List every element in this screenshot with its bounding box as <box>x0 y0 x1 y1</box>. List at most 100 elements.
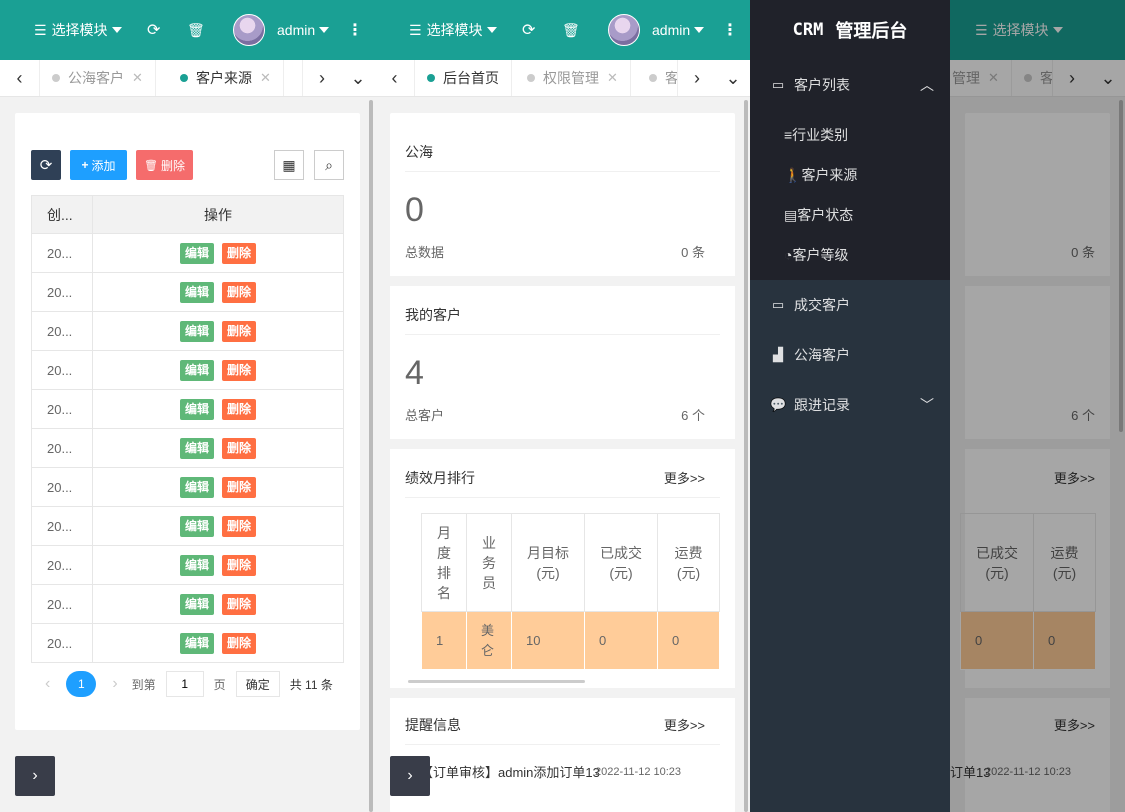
reminder-item-text[interactable]: 【订单审核】admin添加订单13 <box>420 762 600 781</box>
avatar[interactable] <box>233 0 265 60</box>
expand-sidebar-button[interactable]: › <box>15 756 55 796</box>
tab-menu-chevron-down-icon[interactable]: ⌄ <box>713 60 750 96</box>
tab-permissions[interactable]: 权限管理 ✕ <box>515 60 631 96</box>
refresh-icon[interactable]: ⟳ <box>522 0 535 60</box>
edit-button[interactable]: 编辑 <box>179 281 214 303</box>
sidebar-subitem-status[interactable]: ▤ 客户状态 <box>750 195 950 235</box>
actions-cell: 编辑 删除 <box>92 428 344 468</box>
add-button[interactable]: + 添加 <box>70 150 127 180</box>
edit-button[interactable]: 编辑 <box>179 632 214 654</box>
trash-icon[interactable]: 🗑 <box>187 0 205 60</box>
sidebar-subitem-level[interactable]: ◔ 客户等级 <box>750 235 950 275</box>
sidebar-item-follow-records[interactable]: 💬 跟进记录 ﹀ <box>750 380 950 430</box>
divider <box>405 744 720 745</box>
section-gap <box>390 276 735 286</box>
close-icon[interactable]: ✕ <box>132 70 143 86</box>
avatar[interactable] <box>608 0 640 60</box>
source-table: 创... 操作 20... 编辑 删除 20... 编辑 删除 20... 编辑 删除 20...… <box>31 195 344 663</box>
add-button-label: 添加 <box>91 158 116 173</box>
rank-cell: 1 <box>421 611 467 670</box>
delete-row-button[interactable]: 删除 <box>222 242 257 264</box>
scrollbar[interactable] <box>744 100 748 812</box>
delete-row-button[interactable]: 删除 <box>222 320 257 342</box>
goto-page-input[interactable] <box>165 671 204 697</box>
sidebar-item-customer-list[interactable]: ▭ 客户列表 ︿ <box>750 60 950 110</box>
trash-icon[interactable]: 🗑 <box>562 0 580 60</box>
next-page-icon[interactable]: › <box>112 675 117 693</box>
delete-button[interactable]: 🗑 删除 <box>136 150 193 180</box>
tab-sea-customers[interactable]: 公海客户 ✕ <box>40 60 156 96</box>
tab-customer-source[interactable]: 客户来源 ✕ <box>168 60 284 96</box>
table-row: 20... 编辑 删除 <box>31 584 344 624</box>
user-menu[interactable]: admin <box>277 0 330 60</box>
tab-bar: ‹ 公海客户 ✕ 客户来源 ✕ › ⌄ <box>0 60 375 97</box>
sea-count: 0 <box>405 191 424 229</box>
dim-overlay[interactable] <box>950 0 1125 812</box>
sidebar-subitem-industry[interactable]: ≡ 行业类别 <box>750 115 950 155</box>
user-name: admin <box>277 22 316 38</box>
page-number-current[interactable]: 1 <box>66 671 97 697</box>
list-icon: ☰ <box>34 21 47 38</box>
delete-row-button[interactable]: 删除 <box>222 554 257 576</box>
tab-next-arrow-icon[interactable]: › <box>677 60 717 96</box>
tab-prev-arrow-icon[interactable]: ‹ <box>0 60 40 96</box>
edit-button[interactable]: 编辑 <box>179 437 214 459</box>
sidebar-subitem-source[interactable]: 🚶 客户来源 <box>750 155 950 195</box>
delete-row-button[interactable]: 删除 <box>222 476 257 498</box>
delete-row-button[interactable]: 删除 <box>222 515 257 537</box>
sidebar-item-sea-customers[interactable]: ▟ 公海客户 <box>750 330 950 380</box>
ranking-more-link[interactable]: 更多>> <box>664 468 705 487</box>
scrollbar[interactable] <box>369 100 373 812</box>
created-cell: 20... <box>31 389 93 429</box>
confirm-button[interactable]: 确定 <box>235 671 280 697</box>
actions-cell: 编辑 删除 <box>92 584 344 624</box>
column-header-created[interactable]: 创... <box>31 195 93 234</box>
delete-row-button[interactable]: 删除 <box>222 437 257 459</box>
tab-next-arrow-icon[interactable]: › <box>302 60 342 96</box>
tab-prev-arrow-icon[interactable]: ‹ <box>375 60 415 96</box>
delete-row-button[interactable]: 删除 <box>222 632 257 654</box>
module-select[interactable]: ☰ 选择模块 <box>409 0 497 60</box>
delete-row-button[interactable]: 删除 <box>222 593 257 615</box>
expand-sidebar-button[interactable]: › <box>390 756 430 796</box>
close-icon[interactable]: ✕ <box>260 70 271 86</box>
close-icon[interactable]: ✕ <box>607 70 618 86</box>
col-salesperson: 业务员 <box>466 513 512 612</box>
more-vertical-icon[interactable]: ⋮ <box>722 0 738 60</box>
ranking-title: 绩效月排行 <box>405 470 475 486</box>
col-rank: 月度排名 <box>421 513 467 612</box>
edit-button[interactable]: 编辑 <box>179 593 214 615</box>
edit-button[interactable]: 编辑 <box>179 242 214 264</box>
col-target: 月目标(元) <box>511 513 585 612</box>
module-select[interactable]: ☰ 选择模块 <box>34 0 122 60</box>
tab-status-dot <box>52 74 60 82</box>
tab-home[interactable]: 后台首页 <box>415 60 512 96</box>
actions-cell: 编辑 删除 <box>92 350 344 390</box>
reminder-more-link[interactable]: 更多>> <box>664 715 705 734</box>
refresh-icon[interactable]: ⟳ <box>147 0 160 60</box>
user-menu[interactable]: admin <box>652 0 705 60</box>
edit-button[interactable]: 编辑 <box>179 398 214 420</box>
edit-button[interactable]: 编辑 <box>179 320 214 342</box>
columns-icon[interactable]: ▦ <box>274 150 304 180</box>
delete-row-button[interactable]: 删除 <box>222 398 257 420</box>
sea-unit-value: 0 条 <box>681 245 705 260</box>
edit-button[interactable]: 编辑 <box>179 515 214 537</box>
list-icon: ☰ <box>409 21 422 38</box>
horizontal-scrollbar[interactable] <box>408 680 585 683</box>
sidebar-item-deal-customers[interactable]: ▭ 成交客户 <box>750 280 950 330</box>
edit-button[interactable]: 编辑 <box>179 554 214 576</box>
edit-button[interactable]: 编辑 <box>179 476 214 498</box>
tab-menu-chevron-down-icon[interactable]: ⌄ <box>338 60 375 96</box>
delete-row-button[interactable]: 删除 <box>222 359 257 381</box>
refresh-button[interactable]: ⟳ <box>31 150 61 180</box>
more-vertical-icon[interactable]: ⋮ <box>347 0 363 60</box>
created-cell: 20... <box>31 350 93 390</box>
prev-page-icon[interactable]: ‹ <box>45 675 50 693</box>
sidebar-item-label: 客户状态 <box>797 207 854 223</box>
edit-button[interactable]: 编辑 <box>179 359 214 381</box>
logo-title: 管理后台 <box>835 21 908 41</box>
column-header-actions: 操作 <box>92 195 344 234</box>
search-icon[interactable]: ⌕ <box>314 150 344 180</box>
delete-row-button[interactable]: 删除 <box>222 281 257 303</box>
